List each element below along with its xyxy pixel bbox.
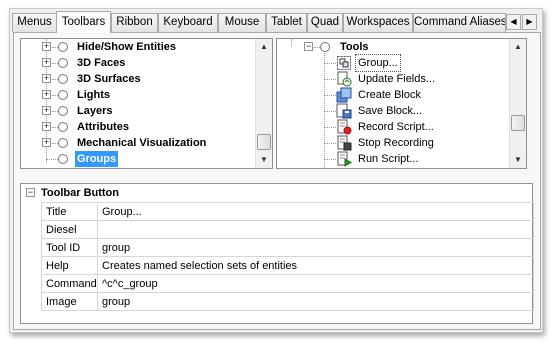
- property-key: Diesel: [41, 220, 98, 239]
- tree-item-mechanical-visualization[interactable]: + Mechanical Visualization: [21, 135, 257, 151]
- toolbars-pane: + Hide/Show Entities + 3D Faces + 3D Sur…: [13, 32, 541, 330]
- property-key: Help: [41, 256, 98, 275]
- tab-keyboard[interactable]: Keyboard: [158, 13, 218, 32]
- toolbar-node-icon: [320, 42, 330, 52]
- tab-tablet[interactable]: Tablet: [266, 13, 307, 32]
- toolbar-node-icon: [58, 74, 68, 84]
- right-tree-scrollbar[interactable]: ▲ ▼: [509, 39, 526, 168]
- expand-plus-icon[interactable]: +: [42, 58, 51, 67]
- property-row-command[interactable]: Command ^c^c_group: [41, 274, 534, 293]
- tree-item-3d-faces[interactable]: + 3D Faces: [21, 55, 257, 71]
- property-category[interactable]: − Toolbar Button: [21, 184, 532, 202]
- property-row-image[interactable]: Image group: [41, 292, 534, 311]
- property-key: Title: [41, 202, 98, 221]
- toolbar-node-icon: [58, 138, 68, 148]
- property-value-tool-id[interactable]: group: [97, 238, 534, 257]
- update-fields-icon: [337, 71, 352, 87]
- toolbar-node-icon: [58, 106, 68, 116]
- save-block-icon: [336, 103, 352, 119]
- tab-menus[interactable]: Menus: [12, 13, 57, 32]
- property-key: Command: [41, 274, 98, 293]
- collapse-minus-icon[interactable]: −: [26, 188, 35, 197]
- property-value-command[interactable]: ^c^c_group: [97, 274, 534, 293]
- tree-item-save-block[interactable]: Save Block...: [277, 103, 509, 119]
- tree-item-3d-surfaces[interactable]: + 3D Surfaces: [21, 71, 257, 87]
- tab-toolbars[interactable]: Toolbars: [56, 11, 111, 33]
- property-row-tool-id[interactable]: Tool ID group: [41, 238, 534, 257]
- command-tree: − Tools Group... Update Fields... Create…: [276, 38, 527, 169]
- scroll-down-icon[interactable]: ▼: [510, 152, 526, 168]
- tree-item-update-fields[interactable]: Update Fields...: [277, 71, 509, 87]
- scroll-up-icon[interactable]: ▲: [256, 39, 272, 55]
- scroll-up-icon[interactable]: ▲: [510, 39, 526, 55]
- property-key: Image: [41, 292, 98, 311]
- left-tree-scrollbar[interactable]: ▲ ▼: [255, 39, 272, 168]
- expand-plus-icon[interactable]: +: [42, 42, 51, 51]
- expand-plus-icon[interactable]: +: [42, 122, 51, 131]
- create-block-icon: [336, 87, 352, 103]
- tab-workspaces[interactable]: Workspaces: [343, 13, 413, 32]
- collapse-minus-icon[interactable]: −: [304, 42, 313, 51]
- tree-item-stop-recording[interactable]: Stop Recording: [277, 135, 509, 151]
- expand-plus-icon[interactable]: +: [42, 74, 51, 83]
- tab-ribbon[interactable]: Ribbon: [111, 13, 158, 32]
- scroll-down-icon[interactable]: ▼: [256, 152, 272, 168]
- toolbar-tree: + Hide/Show Entities + 3D Faces + 3D Sur…: [20, 38, 273, 169]
- property-row-diesel[interactable]: Diesel: [41, 220, 534, 239]
- tree-item-layers[interactable]: + Layers: [21, 103, 257, 119]
- tree-item-attributes[interactable]: + Attributes: [21, 119, 257, 135]
- tree-item-tools[interactable]: − Tools: [277, 39, 509, 55]
- tab-scroll-arrows: ◀ ▶: [506, 14, 538, 31]
- tab-mouse[interactable]: Mouse: [218, 13, 266, 32]
- property-row-title[interactable]: Title Group...: [41, 202, 534, 221]
- group-icon: [337, 56, 351, 70]
- property-grid: − Toolbar Button Title Group... Diesel T…: [20, 183, 534, 324]
- tree-item-group-command[interactable]: Group...: [277, 54, 509, 72]
- property-category-title: Toolbar Button: [41, 187, 119, 199]
- record-script-icon: [337, 119, 352, 135]
- property-table: Title Group... Diesel Tool ID group Help…: [41, 202, 534, 311]
- tree-item-record-script[interactable]: Record Script...: [277, 119, 509, 135]
- tree-item-hide-show-entities[interactable]: + Hide/Show Entities: [21, 39, 257, 55]
- tab-quad[interactable]: Quad: [307, 13, 343, 32]
- toolbar-node-icon: [58, 58, 68, 68]
- tree-item-lights[interactable]: + Lights: [21, 87, 257, 103]
- tree-item-create-block[interactable]: Create Block: [277, 87, 509, 103]
- expand-plus-icon[interactable]: +: [42, 106, 51, 115]
- scroll-thumb[interactable]: [257, 134, 271, 150]
- toolbar-node-icon: [58, 90, 68, 100]
- tab-command-aliases[interactable]: Command Aliases: [413, 13, 506, 32]
- tree-item-groups[interactable]: Groups: [21, 151, 257, 167]
- property-key: Tool ID: [41, 238, 98, 257]
- expand-plus-icon[interactable]: +: [42, 138, 51, 147]
- scroll-thumb[interactable]: [511, 115, 525, 131]
- property-value-help[interactable]: Creates named selection sets of entities: [97, 256, 534, 275]
- property-value-diesel[interactable]: [97, 220, 534, 239]
- property-value-image[interactable]: group: [97, 292, 534, 311]
- run-script-icon: [337, 151, 352, 167]
- arrow-left-icon[interactable]: ◀: [506, 14, 521, 30]
- property-row-help[interactable]: Help Creates named selection sets of ent…: [41, 256, 534, 275]
- tab-bar: Menus Toolbars Ribbon Keyboard Mouse Tab…: [10, 11, 544, 33]
- customize-window: Menus Toolbars Ribbon Keyboard Mouse Tab…: [9, 8, 543, 333]
- arrow-right-icon[interactable]: ▶: [522, 14, 537, 30]
- stop-recording-icon: [337, 135, 352, 151]
- tree-item-run-script[interactable]: Run Script...: [277, 151, 509, 167]
- toolbar-node-icon: [58, 122, 68, 132]
- toolbar-node-icon: [58, 154, 68, 164]
- property-value-title[interactable]: Group...: [97, 202, 534, 221]
- expand-plus-icon[interactable]: +: [42, 90, 51, 99]
- toolbar-node-icon: [58, 42, 68, 52]
